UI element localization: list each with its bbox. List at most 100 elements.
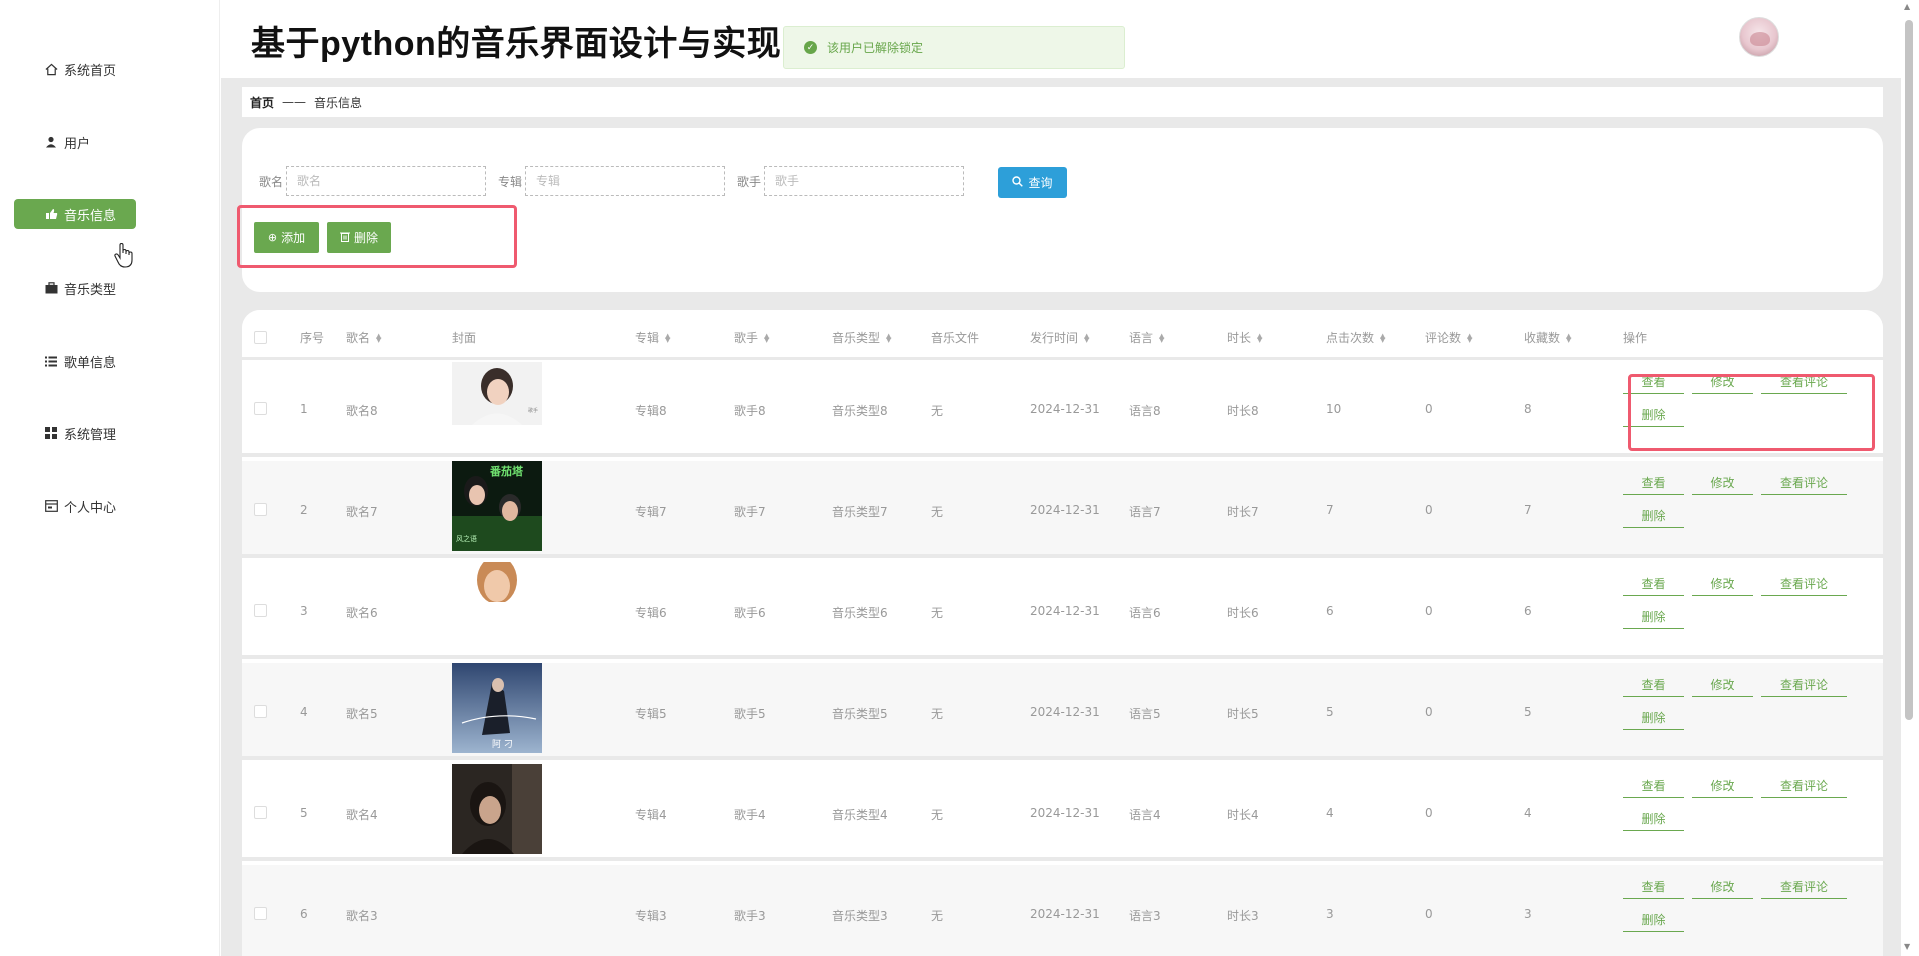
header-label: 发行时间 bbox=[1030, 331, 1079, 345]
main-area: 基于python的音乐界面设计与实现 ✓ 该用户已解除锁定 首页 —— 音乐信息… bbox=[221, 0, 1901, 956]
row-checkbox[interactable] bbox=[254, 907, 267, 920]
search-panel: 歌名 专辑 歌手 查询 ⊕ 添加 删除 bbox=[237, 128, 1883, 292]
highlight-box-operations bbox=[1628, 374, 1875, 451]
header-duration[interactable]: 时长 ▲ ▼ bbox=[1227, 329, 1262, 346]
header-date[interactable]: 发行时间 ▲ ▼ bbox=[1030, 329, 1089, 346]
cover-image bbox=[452, 562, 542, 652]
view-comments-button[interactable]: 查看评论 bbox=[1761, 471, 1847, 495]
svg-text:风之语: 风之语 bbox=[456, 534, 477, 543]
cell-name: 歌名3 bbox=[346, 909, 378, 923]
cell-comments: 0 bbox=[1425, 806, 1433, 820]
cell-name: 歌名8 bbox=[346, 404, 378, 418]
sort-icon: ▲ ▼ bbox=[376, 331, 382, 344]
cell-date: 2024-12-31 bbox=[1030, 604, 1100, 618]
row-delete-button[interactable]: 删除 bbox=[1623, 807, 1684, 831]
avatar[interactable] bbox=[1739, 17, 1779, 57]
view-comments-button[interactable]: 查看评论 bbox=[1761, 774, 1847, 798]
cell-singer: 歌手6 bbox=[734, 606, 766, 620]
sort-icon: ▲ ▼ bbox=[886, 331, 892, 344]
cell-date: 2024-12-31 bbox=[1030, 907, 1100, 921]
top-bar: 基于python的音乐界面设计与实现 ✓ 该用户已解除锁定 bbox=[221, 0, 1901, 78]
sidebar-item-user[interactable]: 用户 bbox=[14, 127, 136, 157]
sidebar-item-playlist[interactable]: 歌单信息 bbox=[14, 346, 136, 376]
view-button[interactable]: 查看 bbox=[1623, 471, 1684, 495]
cell-no: 1 bbox=[300, 402, 308, 416]
row-checkbox[interactable] bbox=[254, 604, 267, 617]
header-lang[interactable]: 语言 ▲ ▼ bbox=[1129, 329, 1164, 346]
scroll-down-arrow-icon[interactable]: ▼ bbox=[1904, 942, 1910, 951]
breadcrumb-home[interactable]: 首页 bbox=[250, 94, 274, 111]
add-button-label: 添加 bbox=[281, 231, 306, 245]
sidebar-item-label: 用户 bbox=[64, 136, 91, 152]
cell-duration: 时长4 bbox=[1227, 808, 1259, 822]
row-delete-button[interactable]: 删除 bbox=[1623, 706, 1684, 730]
query-button-label: 查询 bbox=[1028, 176, 1053, 190]
edit-button[interactable]: 修改 bbox=[1692, 774, 1753, 798]
search-name-input[interactable] bbox=[286, 166, 487, 196]
view-button[interactable]: 查看 bbox=[1623, 572, 1684, 596]
app-title: 基于python的音乐界面设计与实现 bbox=[251, 25, 782, 63]
sidebar-item-music[interactable]: 音乐信息 bbox=[14, 199, 136, 229]
header-clicks[interactable]: 点击次数 ▲ ▼ bbox=[1326, 329, 1385, 346]
view-comments-button[interactable]: 查看评论 bbox=[1761, 875, 1847, 899]
delete-button[interactable]: 删除 bbox=[327, 222, 391, 253]
edit-button[interactable]: 修改 bbox=[1692, 572, 1753, 596]
view-button[interactable]: 查看 bbox=[1623, 875, 1684, 899]
sidebar-item-profile[interactable]: 个人中心 bbox=[30, 491, 152, 521]
view-comments-button[interactable]: 查看评论 bbox=[1761, 572, 1847, 596]
vertical-scrollbar[interactable] bbox=[1905, 20, 1913, 720]
select-all-checkbox[interactable] bbox=[254, 331, 267, 344]
row-checkbox[interactable] bbox=[254, 806, 267, 819]
edit-button[interactable]: 修改 bbox=[1692, 673, 1753, 697]
cell-favs: 5 bbox=[1524, 705, 1532, 719]
header-singer[interactable]: 歌手 ▲ ▼ bbox=[734, 329, 769, 346]
row-checkbox[interactable] bbox=[254, 503, 267, 516]
header-type[interactable]: 音乐类型 ▲ ▼ bbox=[832, 329, 891, 346]
view-comments-button[interactable]: 查看评论 bbox=[1761, 673, 1847, 697]
table-row: 4 歌名5 专辑5 歌手5 音乐类型5 无 2024-12-31 语言5 时长5 5 0 5 阿 刁 查看… bbox=[242, 663, 1883, 760]
row-checkbox[interactable] bbox=[254, 402, 267, 415]
view-button[interactable]: 查看 bbox=[1623, 774, 1684, 798]
delete-button-label: 删除 bbox=[353, 231, 378, 245]
add-button[interactable]: ⊕ 添加 bbox=[254, 222, 319, 253]
cell-date: 2024-12-31 bbox=[1030, 806, 1100, 820]
breadcrumb-current: 音乐信息 bbox=[314, 95, 363, 110]
cell-file: 无 bbox=[931, 404, 944, 418]
edit-button[interactable]: 修改 bbox=[1692, 875, 1753, 899]
search-album-label: 专辑 bbox=[498, 174, 523, 189]
header-album[interactable]: 专辑 ▲ ▼ bbox=[635, 329, 670, 346]
cell-duration: 时长6 bbox=[1227, 606, 1259, 620]
cell-date: 2024-12-31 bbox=[1030, 402, 1100, 416]
scroll-up-arrow-icon[interactable]: ▲ bbox=[1904, 2, 1910, 11]
cover-image bbox=[452, 764, 542, 854]
row-checkbox[interactable] bbox=[254, 705, 267, 718]
view-button[interactable]: 查看 bbox=[1623, 673, 1684, 697]
cell-album: 专辑4 bbox=[635, 808, 667, 822]
edit-button[interactable]: 修改 bbox=[1692, 471, 1753, 495]
cell-file: 无 bbox=[931, 909, 944, 923]
header-comments[interactable]: 评论数 ▲ ▼ bbox=[1425, 329, 1472, 346]
row-delete-button[interactable]: 删除 bbox=[1623, 908, 1684, 932]
sidebar-item-system[interactable]: 系统管理 bbox=[14, 418, 136, 448]
table-row: 3 歌名6 专辑6 歌手6 音乐类型6 无 2024-12-31 语言6 时长6 6 0 6 查看 修改查… bbox=[242, 562, 1883, 659]
cell-duration: 时长5 bbox=[1227, 707, 1259, 721]
trash-icon bbox=[339, 231, 350, 245]
sidebar-item-home[interactable]: 系统首页 bbox=[30, 54, 152, 84]
search-album-input[interactable] bbox=[525, 166, 726, 196]
cell-no: 6 bbox=[300, 907, 308, 921]
header-label: 点击次数 bbox=[1326, 331, 1375, 345]
header-name[interactable]: 歌名 ▲ ▼ bbox=[346, 329, 381, 346]
sidebar-item-music-type[interactable]: 音乐类型 bbox=[14, 273, 136, 303]
cell-album: 专辑3 bbox=[635, 909, 667, 923]
briefcase-icon bbox=[44, 281, 58, 295]
sidebar-item-label: 音乐信息 bbox=[64, 208, 117, 224]
row-delete-button[interactable]: 删除 bbox=[1623, 605, 1684, 629]
row-delete-button[interactable]: 删除 bbox=[1623, 504, 1684, 528]
query-button[interactable]: 查询 bbox=[998, 167, 1067, 198]
header-label: 歌名 bbox=[346, 331, 371, 345]
search-singer-input[interactable] bbox=[764, 166, 965, 196]
cell-name: 歌名6 bbox=[346, 606, 378, 620]
cell-comments: 0 bbox=[1425, 503, 1433, 517]
header-favs[interactable]: 收藏数 ▲ ▼ bbox=[1524, 329, 1571, 346]
cell-name: 歌名4 bbox=[346, 808, 378, 822]
